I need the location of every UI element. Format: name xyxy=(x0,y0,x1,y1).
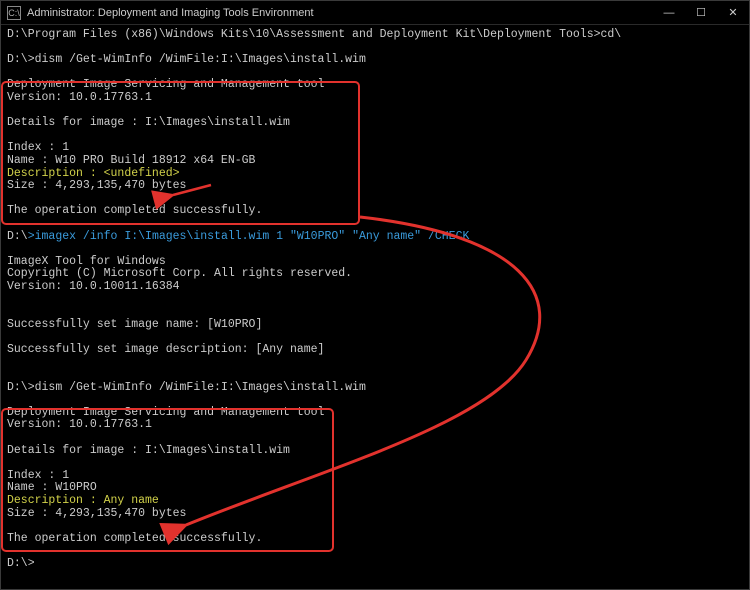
command: dism /Get-WimInfo /WimFile:I:\Images\ins… xyxy=(35,381,366,394)
terminal-line: Details for image : I:\Images\install.wi… xyxy=(7,117,743,130)
terminal-line: Successfully set image name: [W10PRO] xyxy=(7,319,743,332)
terminal-line: D:\Program Files (x86)\Windows Kits\10\A… xyxy=(7,29,743,42)
description-line: Description : Any name xyxy=(7,495,743,508)
terminal-line xyxy=(7,306,743,319)
terminal-line: D:\> xyxy=(7,558,743,571)
terminal-line: Copyright (C) Microsoft Corp. All rights… xyxy=(7,268,743,281)
terminal-line: Version: 10.0.17763.1 xyxy=(7,92,743,105)
terminal-line xyxy=(7,243,743,256)
titlebar[interactable]: C:\ Administrator: Deployment and Imagin… xyxy=(1,1,749,25)
terminal-line: D:\>imagex /info I:\Images\install.wim 1… xyxy=(7,231,743,244)
terminal-line xyxy=(7,356,743,369)
terminal-window: C:\ Administrator: Deployment and Imagin… xyxy=(0,0,750,590)
terminal-line: Size : 4,293,135,470 bytes xyxy=(7,508,743,521)
cmd-icon: C:\ xyxy=(7,6,21,20)
terminal-line: Index : 1 xyxy=(7,470,743,483)
terminal-line: D:\>dism /Get-WimInfo /WimFile:I:\Images… xyxy=(7,54,743,67)
terminal-line: Details for image : I:\Images\install.wi… xyxy=(7,445,743,458)
terminal-line xyxy=(7,394,743,407)
terminal-line xyxy=(7,520,743,533)
prompt: D:\> xyxy=(7,381,35,394)
terminal-line: Successfully set image description: [Any… xyxy=(7,344,743,357)
prompt: D:\> xyxy=(7,53,35,66)
command: dism /Get-WimInfo /WimFile:I:\Images\ins… xyxy=(35,53,366,66)
terminal-line xyxy=(7,457,743,470)
terminal-line xyxy=(7,130,743,143)
terminal-line: The operation completed successfully. xyxy=(7,533,743,546)
terminal-line: D:\>dism /Get-WimInfo /WimFile:I:\Images… xyxy=(7,382,743,395)
close-button[interactable]: ✕ xyxy=(717,1,749,24)
terminal-line: Version: 10.0.10011.16384 xyxy=(7,281,743,294)
terminal-line: The operation completed successfully. xyxy=(7,205,743,218)
command: >imagex /info I:\Images\install.wim 1 "W… xyxy=(28,230,470,243)
maximize-button[interactable]: ☐ xyxy=(685,1,717,24)
window-controls: — ☐ ✕ xyxy=(653,1,749,24)
terminal-line xyxy=(7,545,743,558)
terminal-line: Name : W10 PRO Build 18912 x64 EN-GB xyxy=(7,155,743,168)
window-title: Administrator: Deployment and Imaging To… xyxy=(27,7,653,19)
minimize-button[interactable]: — xyxy=(653,1,685,24)
terminal-body[interactable]: D:\Program Files (x86)\Windows Kits\10\A… xyxy=(1,25,749,589)
terminal-line xyxy=(7,331,743,344)
terminal-line xyxy=(7,293,743,306)
terminal-line: Size : 4,293,135,470 bytes xyxy=(7,180,743,193)
prompt: D:\ xyxy=(7,230,28,243)
terminal-line: Version: 10.0.17763.1 xyxy=(7,419,743,432)
terminal-line xyxy=(7,432,743,445)
